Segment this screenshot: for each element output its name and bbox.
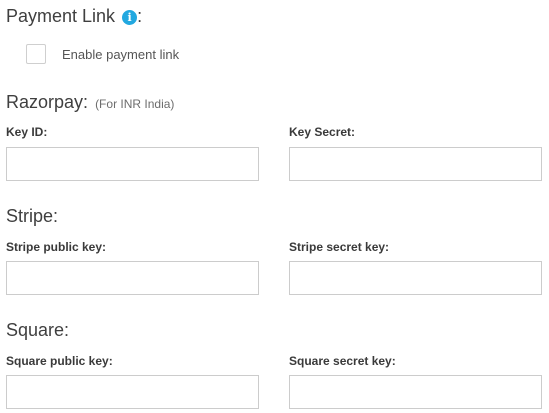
stripe-secret-key-input[interactable]: [289, 261, 542, 295]
stripe-public-key-label: Stripe public key:: [6, 240, 107, 254]
stripe-title: Stripe:: [6, 206, 59, 226]
stripe-public-key-input[interactable]: [6, 261, 259, 295]
key-id-input[interactable]: [6, 147, 259, 181]
key-id-label: Key ID:: [6, 125, 48, 139]
key-secret-label: Key Secret:: [289, 125, 356, 139]
square-secret-key-label: Square secret key:: [289, 354, 396, 368]
enable-payment-link-checkbox[interactable]: [26, 44, 46, 64]
payment-link-colon: :: [137, 6, 143, 26]
razorpay-title: Razorpay: (For INR India): [6, 92, 174, 114]
square-secret-key-input[interactable]: [289, 375, 542, 409]
info-icon[interactable]: i: [122, 10, 138, 25]
payment-link-title: Payment Link i:: [6, 6, 142, 26]
stripe-secret-key-label: Stripe secret key:: [289, 240, 390, 254]
square-public-key-input[interactable]: [6, 375, 259, 409]
enable-payment-link-label[interactable]: Enable payment link: [62, 47, 179, 62]
razorpay-subtitle: (For INR India): [95, 97, 175, 111]
key-secret-input[interactable]: [289, 147, 542, 181]
square-public-key-label: Square public key:: [6, 354, 113, 368]
razorpay-title-text: Razorpay:: [6, 92, 89, 112]
square-title: Square:: [6, 320, 70, 340]
payment-link-title-text: Payment Link: [6, 6, 116, 26]
